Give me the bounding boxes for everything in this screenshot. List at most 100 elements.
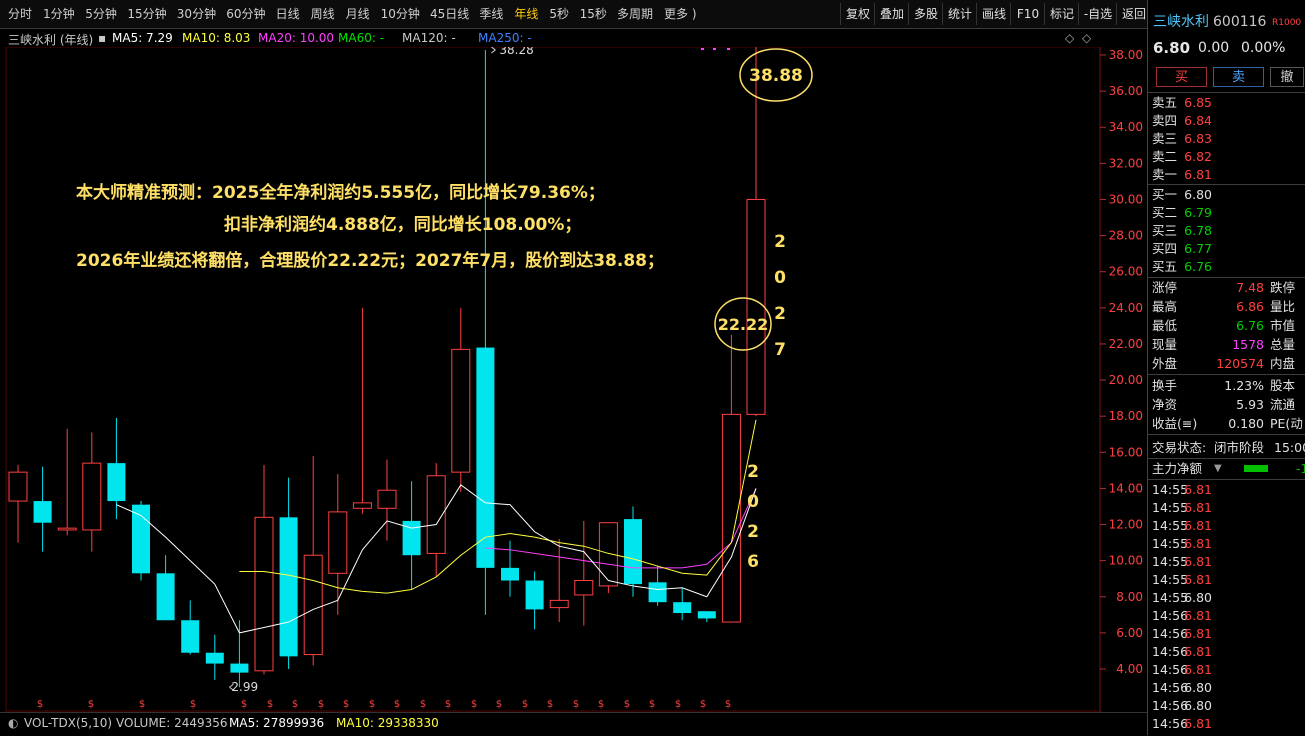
tab-3[interactable]: 15分钟: [127, 0, 166, 28]
tab-14[interactable]: 15秒: [580, 0, 607, 28]
stock-title: 三峡水利 (年线): [8, 33, 94, 47]
bid-row: 买五 6.76: [1148, 258, 1305, 276]
expand-icon[interactable]: ▪: [98, 31, 106, 45]
diamond-icon[interactable]: ◇: [1065, 31, 1074, 45]
stat-value: 6.76: [1236, 318, 1264, 333]
tab-4[interactable]: 30分钟: [177, 0, 216, 28]
y-tick-label: 28.00: [1109, 229, 1143, 243]
tick-time: 14:56: [1152, 608, 1189, 623]
tick-row: 14:55 6.81: [1148, 481, 1305, 499]
tab-5[interactable]: 60分钟: [226, 0, 265, 28]
tool-8[interactable]: 返回: [1116, 3, 1151, 25]
dividend-icon: $: [445, 699, 451, 710]
dividend-icon: $: [598, 699, 604, 710]
candle-body-down: [205, 652, 224, 664]
annotation-line-2: 扣非净利润约4.888亿，同比增长108.00%；: [224, 215, 582, 235]
cancel-button[interactable]: 撤: [1270, 67, 1304, 87]
buy-button[interactable]: 买: [1156, 67, 1207, 87]
tick-time: 14:55: [1152, 590, 1189, 605]
trade-time: 15:00: [1274, 440, 1305, 455]
dividend-icon: $: [725, 699, 731, 710]
stat2-label: 收益(≡): [1152, 416, 1198, 431]
tool-4[interactable]: 画线: [976, 3, 1011, 25]
tab-13[interactable]: 5秒: [549, 0, 569, 28]
kline-chart[interactable]: 38.0036.0034.0032.0030.0028.0026.0024.00…: [0, 47, 1147, 712]
trade-status: 闭市阶段: [1214, 440, 1265, 455]
tool-3[interactable]: 统计: [942, 3, 977, 25]
y-tick-label: 30.00: [1109, 192, 1143, 206]
tick-price: 6.81: [1184, 572, 1212, 587]
stat2-label: 换手: [1152, 378, 1178, 393]
y-tick-label: 16.00: [1109, 445, 1143, 459]
candle-body-up: [377, 489, 397, 509]
stat-row: 涨停 7.48 跌停: [1148, 279, 1305, 297]
stat-right-label: 总量: [1270, 337, 1296, 352]
bid-label: 买四: [1152, 241, 1178, 256]
bid-row: 买一 6.80: [1148, 186, 1305, 204]
tab-12[interactable]: 年线: [514, 0, 538, 28]
stat-right-label: 内盘: [1270, 356, 1296, 371]
tick-time: 14:55: [1152, 482, 1189, 497]
stat-value: 6.86: [1236, 299, 1264, 314]
stat-right-label: 跌停: [1270, 280, 1296, 295]
tick-time: 14:56: [1152, 662, 1189, 677]
sell-button[interactable]: 卖: [1213, 67, 1264, 87]
tick-row: 14:56 6.80: [1148, 697, 1305, 715]
candle-body-up: [451, 348, 471, 473]
trade-status-label: 交易状态:: [1152, 440, 1207, 455]
tick-time: 14:56: [1152, 680, 1189, 695]
tab-9[interactable]: 10分钟: [381, 0, 420, 28]
tick-price: 6.81: [1184, 608, 1212, 623]
ask-label: 卖五: [1152, 95, 1178, 110]
y-tick-label: 24.00: [1109, 301, 1143, 315]
tool-7[interactable]: -自选: [1078, 3, 1117, 25]
tick-time: 14:56: [1152, 626, 1189, 641]
year-2027-label: 7: [774, 340, 786, 360]
tool-0[interactable]: 复权: [840, 3, 875, 25]
year-2027-label: 2: [774, 304, 786, 324]
tab-7[interactable]: 周线: [311, 0, 335, 28]
collapse-icon[interactable]: ◐: [8, 716, 18, 730]
net-flow-value: -1: [1296, 461, 1305, 476]
y-tick-label: 14.00: [1109, 481, 1143, 495]
tab-15[interactable]: 多周期: [617, 0, 653, 28]
candle-body-down: [648, 582, 667, 603]
tab-2[interactable]: 5分钟: [85, 0, 117, 28]
tab-10[interactable]: 45日线: [430, 0, 469, 28]
tab-16[interactable]: 更多 ): [664, 0, 697, 28]
tool-1[interactable]: 叠加: [874, 3, 909, 25]
y-tick-label: 36.00: [1109, 84, 1143, 98]
tool-6[interactable]: 标记: [1044, 3, 1079, 25]
tab-1[interactable]: 1分钟: [43, 0, 75, 28]
tool-5[interactable]: F10: [1010, 3, 1045, 25]
annotation-line-3: 2026年业绩还将翻倍，合理股价22.22元；2027年7月，股价到达38.88…: [76, 251, 665, 271]
ask-label: 卖三: [1152, 131, 1178, 146]
bid-row: 买二 6.79: [1148, 204, 1305, 222]
vol-ma10: MA10: 29338330: [336, 716, 439, 730]
dividend-icon: $: [573, 699, 579, 710]
dividend-icon: $: [343, 699, 349, 710]
tick-row: 14:56 6.81: [1148, 715, 1305, 733]
candle-body-down: [673, 602, 692, 614]
candle-body-up: [57, 527, 77, 531]
dividend-icon: $: [675, 699, 681, 710]
tab-11[interactable]: 季线: [479, 0, 503, 28]
stat-value: 1578: [1232, 337, 1264, 352]
net-flow-dropdown-icon[interactable]: ▼: [1214, 460, 1222, 478]
tool-2[interactable]: 多股: [908, 3, 943, 25]
y-tick-label: 8.00: [1116, 590, 1143, 604]
candle-body-up: [328, 511, 348, 574]
y-tick-label: 26.00: [1109, 265, 1143, 279]
ma5-label: MA5: 7.29: [112, 31, 173, 45]
dividend-icon: $: [37, 699, 43, 710]
tab-6[interactable]: 日线: [276, 0, 300, 28]
tab-8[interactable]: 月线: [346, 0, 370, 28]
tick-price: 6.81: [1184, 626, 1212, 641]
candle-body-down: [107, 463, 126, 502]
quote-panel: 三峡水利 600116 R1000 6.80 0.00 0.00% 买 卖 撤 …: [1147, 0, 1305, 735]
toggle-icon[interactable]: ◇: [1082, 31, 1091, 45]
bid-price: 6.76: [1184, 259, 1212, 274]
tab-0[interactable]: 分时: [8, 0, 32, 28]
tick-row: 14:56 6.81: [1148, 661, 1305, 679]
tick-row: 14:55 6.81: [1148, 517, 1305, 535]
